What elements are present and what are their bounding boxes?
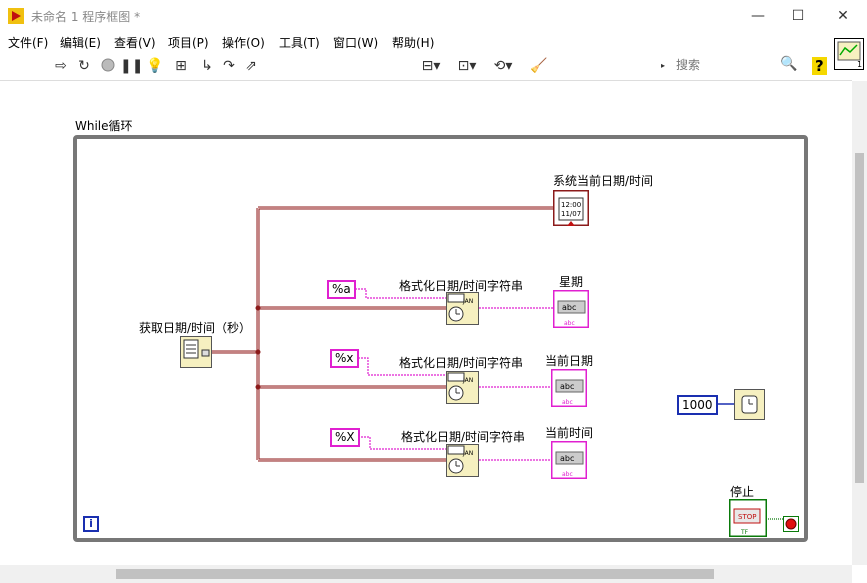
svg-text:abc: abc <box>560 382 574 391</box>
svg-text:JAN: JAN <box>462 377 473 384</box>
clock-text-1: 12:00 <box>561 201 581 209</box>
svg-text:abc: abc <box>562 303 576 312</box>
svg-text:abc: abc <box>564 320 575 327</box>
current-time-label: 当前时间 <box>545 426 594 440</box>
loop-condition-icon[interactable] <box>783 516 799 532</box>
clock-text-2: 11/07 <box>561 210 581 218</box>
svg-text:abc: abc <box>562 399 573 406</box>
format-datetime-node-1[interactable]: JAN <box>446 292 479 325</box>
svg-text:JAN: JAN <box>462 298 473 305</box>
format-datetime-node-3[interactable]: JAN <box>446 444 479 477</box>
format-const-a[interactable]: %a <box>327 280 356 299</box>
current-time-indicator[interactable]: abc abc <box>551 441 587 479</box>
horizontal-scroll-thumb[interactable] <box>116 569 714 579</box>
current-date-label: 当前日期 <box>545 354 594 368</box>
format-const-x[interactable]: %x <box>330 349 359 368</box>
iteration-terminal[interactable]: i <box>83 516 99 532</box>
stop-label: 停止 <box>730 485 755 499</box>
wait-ms-node[interactable] <box>734 389 765 420</box>
system-datetime-label: 系统当前日期/时间 <box>553 174 654 188</box>
get-datetime-node[interactable] <box>180 336 212 368</box>
timestamp-wires-core <box>212 207 553 461</box>
svg-text:TF: TF <box>740 529 749 536</box>
wait-ms-constant[interactable]: 1000 <box>677 395 718 415</box>
wire-boolean-stop <box>766 518 785 524</box>
format-datetime-label-2: 格式化日期/时间字符串 <box>399 356 524 370</box>
svg-text:STOP: STOP <box>738 513 756 521</box>
vertical-scroll-thumb[interactable] <box>855 153 864 483</box>
system-datetime-indicator[interactable]: 12:00 11/07 <box>553 190 589 226</box>
stop-button-terminal[interactable]: STOP TF <box>729 499 767 537</box>
get-datetime-label: 获取日期/时间（秒） <box>139 321 252 335</box>
weekday-label: 星期 <box>559 275 584 289</box>
weekday-indicator[interactable]: abc abc <box>553 290 589 328</box>
svg-text:JAN: JAN <box>462 450 473 457</box>
horizontal-scrollbar[interactable] <box>0 565 852 583</box>
vertical-scrollbar[interactable] <box>852 81 867 565</box>
format-const-X[interactable]: %X <box>330 428 360 447</box>
svg-text:abc: abc <box>562 471 573 478</box>
format-datetime-label-3: 格式化日期/时间字符串 <box>401 430 526 444</box>
format-datetime-node-2[interactable]: JAN <box>446 371 479 404</box>
current-date-indicator[interactable]: abc abc <box>551 369 587 407</box>
svg-text:abc: abc <box>560 454 574 463</box>
timestamp-wires <box>212 206 553 462</box>
